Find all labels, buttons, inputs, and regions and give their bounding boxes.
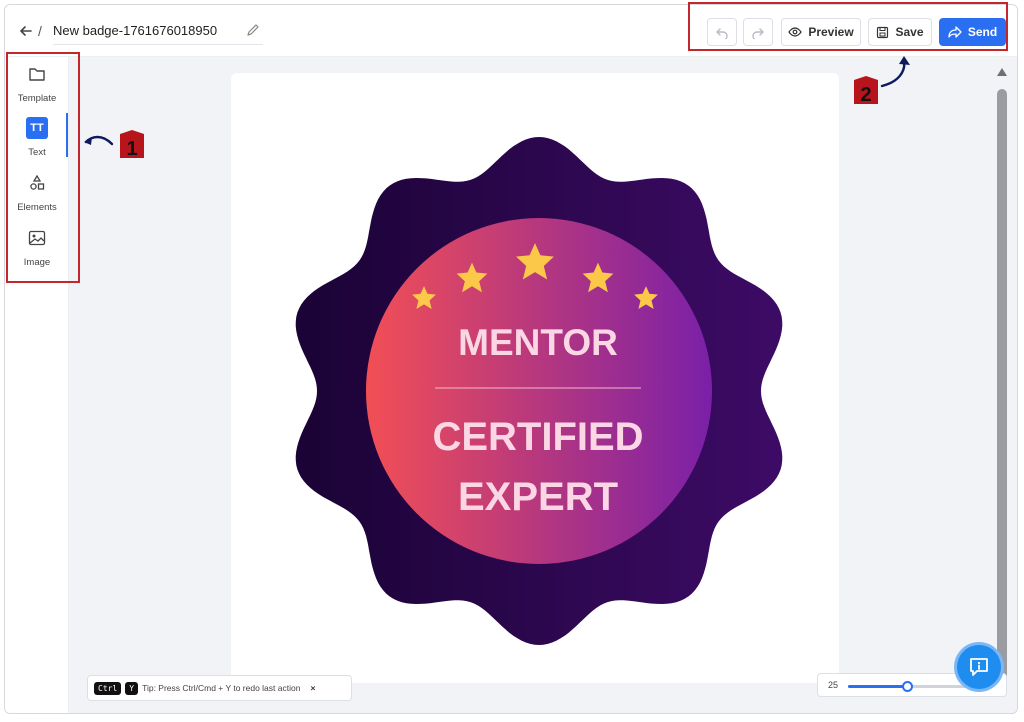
tip-text: Tip: Press Ctrl/Cmd + Y to redo last act… <box>142 683 301 693</box>
annotation-highlight-actions <box>688 2 1008 51</box>
badge-name-field[interactable]: New badge-1761676018950 <box>53 23 217 38</box>
badge-line-expert[interactable]: EXPERT <box>458 475 618 519</box>
badge-line-mentor[interactable]: MENTOR <box>458 322 618 363</box>
zoom-slider-fill <box>848 685 907 688</box>
back-arrow-icon[interactable] <box>17 22 35 40</box>
annotation-highlight-sidebar <box>6 52 80 283</box>
title-underline <box>53 44 263 45</box>
breadcrumb-separator: / <box>38 23 42 39</box>
key-ctrl: Ctrl <box>94 681 122 695</box>
badge-graphic[interactable]: MENTOR CERTIFIED EXPERT <box>231 73 839 683</box>
vertical-scrollbar[interactable] <box>997 89 1007 689</box>
pencil-icon[interactable] <box>246 23 260 37</box>
key-y: Y <box>125 681 139 695</box>
design-canvas[interactable]: MENTOR CERTIFIED EXPERT <box>231 73 839 683</box>
close-icon[interactable]: × <box>310 683 315 693</box>
scroll-up-arrow-icon[interactable] <box>997 68 1007 76</box>
zoom-slider-handle[interactable] <box>901 681 913 692</box>
app-window: / New badge-1761676018950 Preview Save S… <box>4 4 1018 714</box>
annotation-marker-1: 1 <box>84 130 144 160</box>
chat-info-icon <box>970 658 988 676</box>
zoom-value: 25 <box>828 680 839 690</box>
badge-line-certified[interactable]: CERTIFIED <box>432 415 643 459</box>
shortcut-tip: Ctrl Y Tip: Press Ctrl/Cmd + Y to redo l… <box>87 675 352 701</box>
annotation-number-2: 2 <box>860 84 871 106</box>
help-chat-button[interactable] <box>957 645 1001 689</box>
annotation-number-1: 1 <box>126 138 137 160</box>
annotation-marker-2: 2 <box>854 56 910 106</box>
